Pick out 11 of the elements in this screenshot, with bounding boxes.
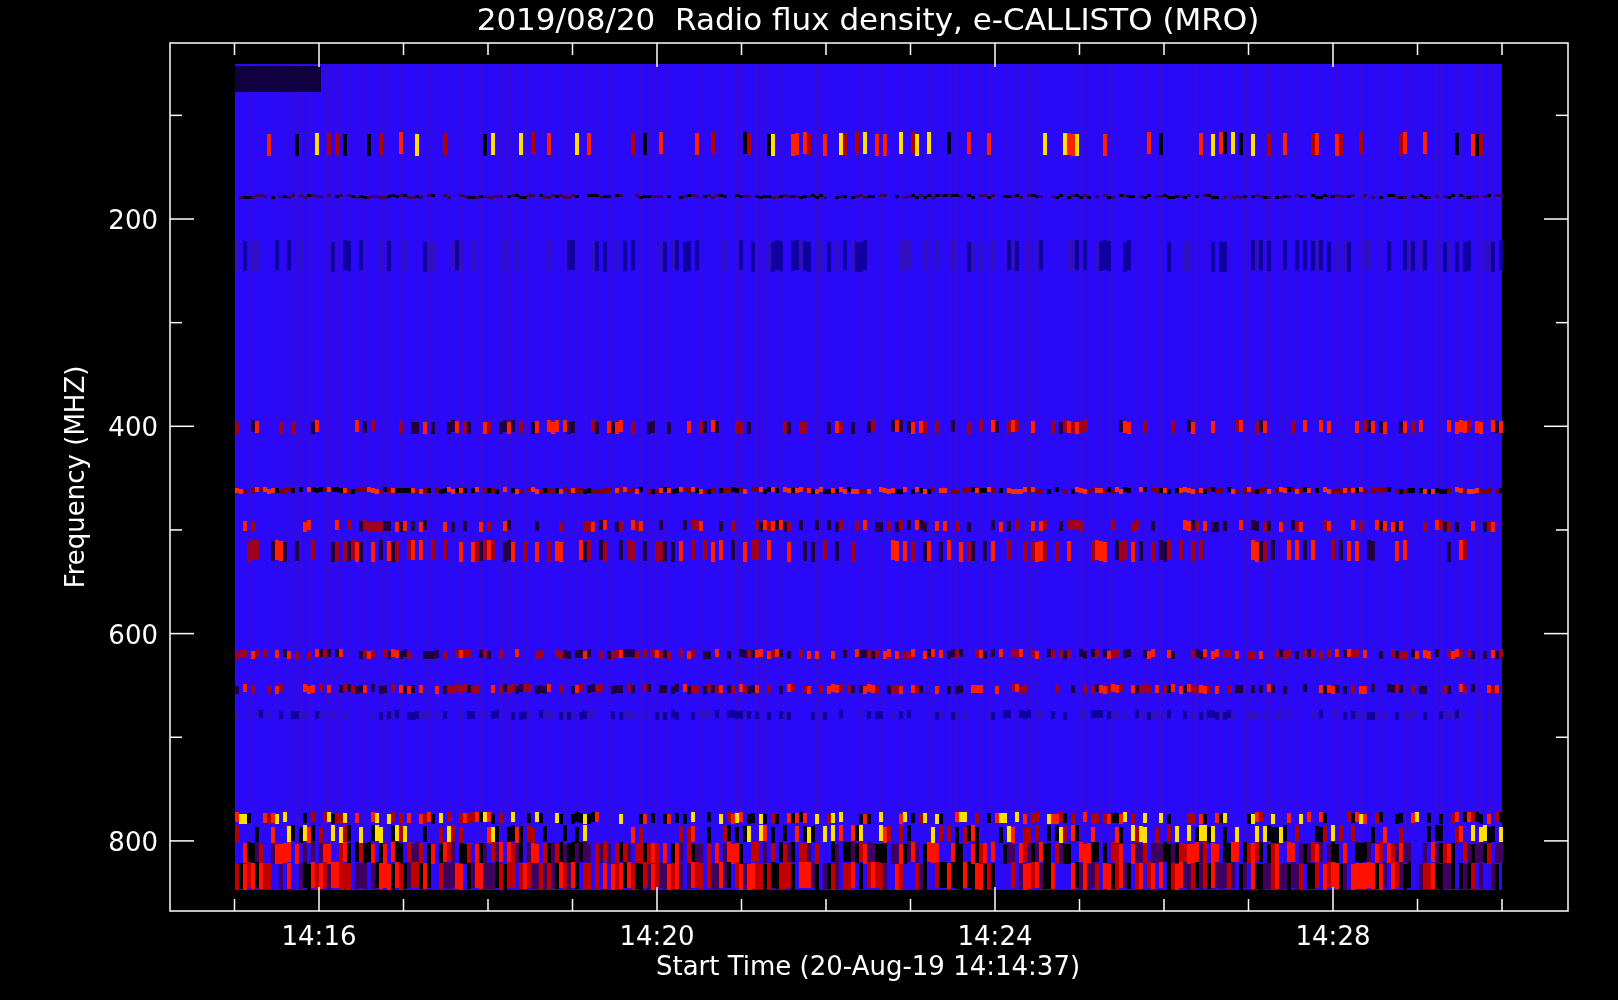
y-axis-label: Frequency (MHZ)	[60, 365, 90, 589]
x-tick-label: 14:16	[281, 921, 357, 951]
y-tick-label: 800	[108, 826, 158, 857]
y-tick-label: 600	[108, 619, 158, 650]
x-tick-label: 14:24	[957, 921, 1033, 951]
y-tick-label: 200	[108, 205, 158, 235]
x-tick-label: 14:20	[619, 921, 695, 951]
x-axis-label: Start Time (20-Aug-19 14:14:37)	[655, 951, 1081, 981]
y-tick-label: 400	[108, 412, 158, 443]
x-tick-label: 14:28	[1295, 921, 1371, 951]
chart-title: 2019/08/20 Radio flux density, e-CALLISTO (MRO)	[476, 1, 1260, 37]
